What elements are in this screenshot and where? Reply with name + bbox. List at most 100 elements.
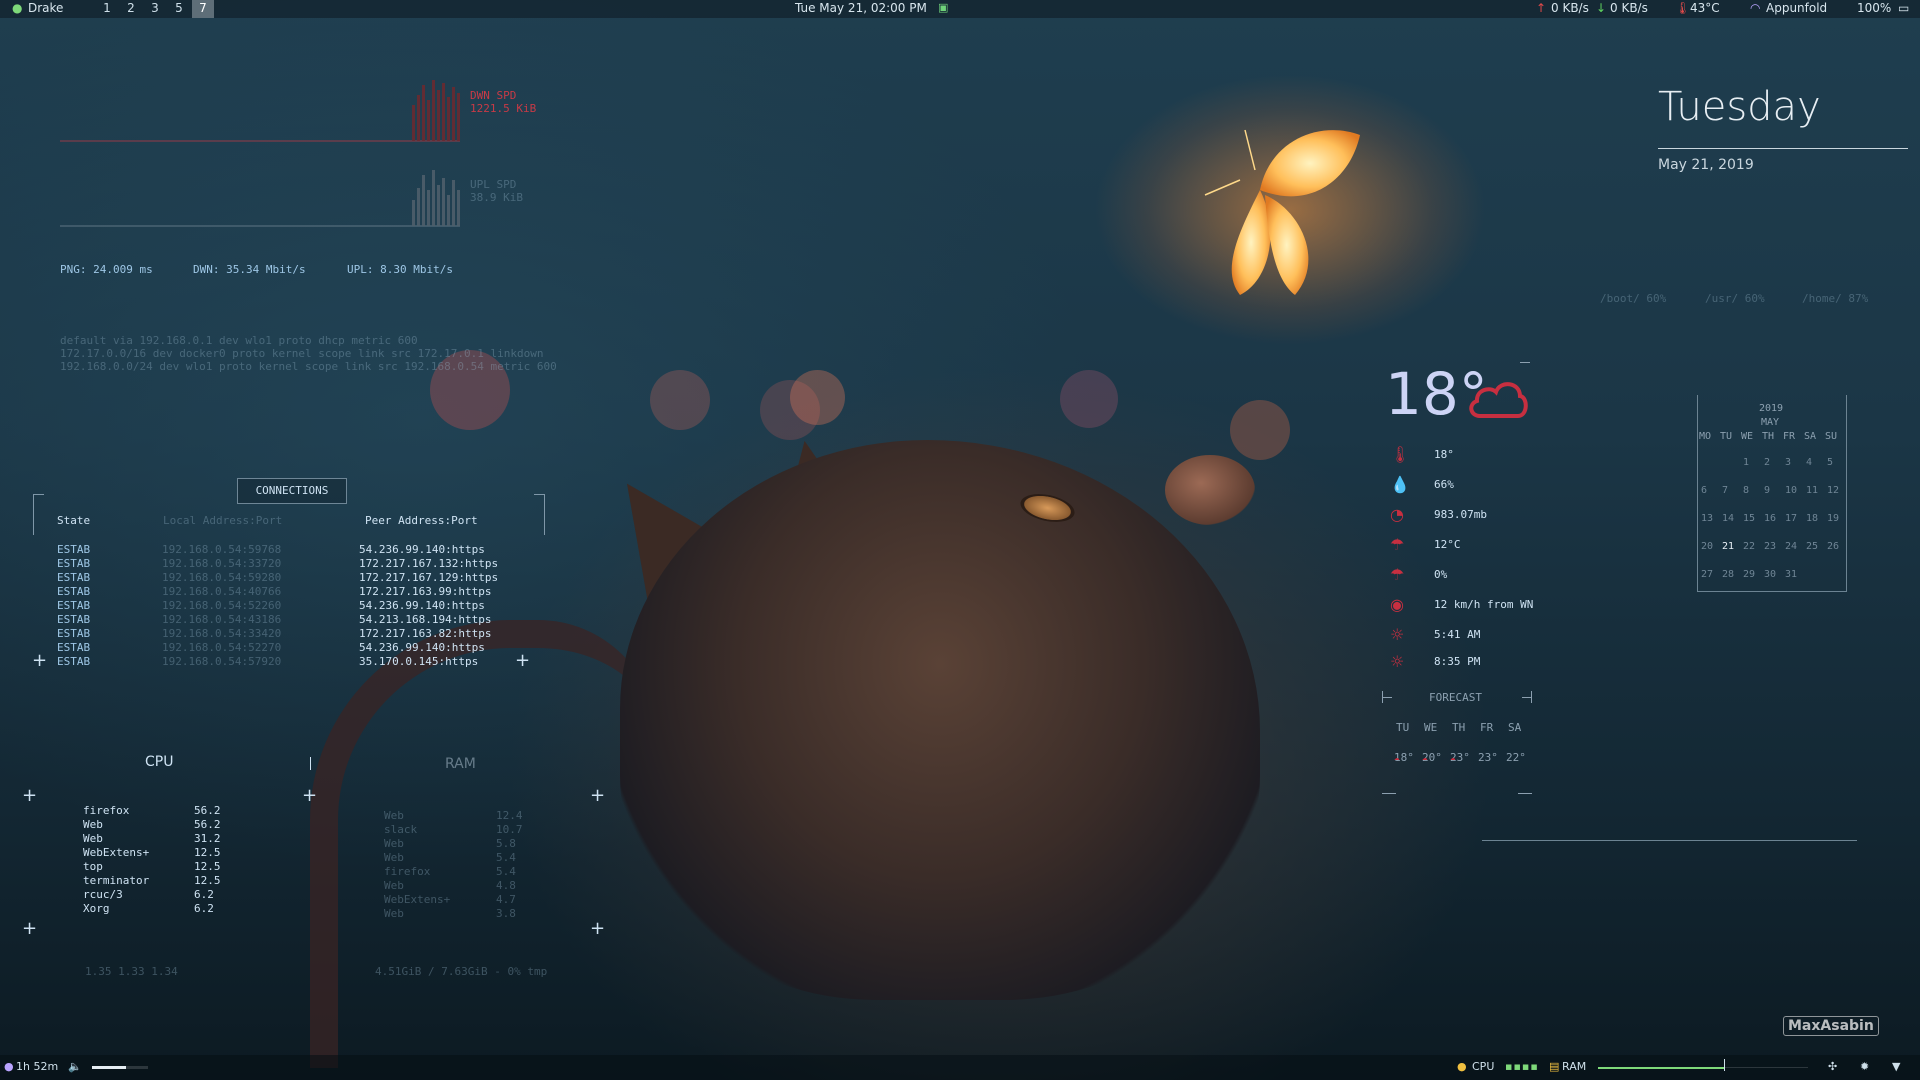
ping-readout: PNG: 24.009 ms xyxy=(60,263,153,276)
humidity-value: 66% xyxy=(1434,478,1454,491)
list-item: Web 12.4 xyxy=(384,809,523,822)
calendar-day: 22 xyxy=(1743,541,1756,552)
dropdown-tray-icon[interactable]: ▼ xyxy=(1892,1060,1900,1073)
day-of-week: Tuesday xyxy=(1658,84,1821,130)
calendar-day: 27 xyxy=(1701,569,1714,580)
calendar-year: 2019 xyxy=(1759,403,1784,414)
cpu-temperature: 43°C xyxy=(1690,1,1720,15)
calendar-month: MAY xyxy=(1761,417,1780,428)
calendar-day: 3 xyxy=(1785,457,1792,468)
user-icon: ● xyxy=(12,1,23,15)
calendar-widget: 2019 MAY MO TU WE TH FR SA SU 1 2 3 4 5 6 7 8 9 10 11 12 1… xyxy=(1697,395,1847,595)
cpu-panel-title: CPU xyxy=(145,754,174,770)
net-down-speed: 0 KB/s xyxy=(1610,1,1648,15)
column-header-local-address: Local Address:Port xyxy=(163,514,283,527)
forecast-panel: FORECAST TU WE TH FR SA 18° 20° 23° 23° … xyxy=(1382,685,1532,800)
ram-icon: ▤ xyxy=(1549,1060,1560,1073)
route-line: 172.17.0.0/16 dev docker0 proto kernel s… xyxy=(60,347,544,360)
uptime: 1h 52m xyxy=(16,1060,59,1073)
corner-plus-icon: + xyxy=(22,918,38,939)
list-item: top 12.5 xyxy=(83,860,221,873)
cpu-load-average: 1.35 1.33 1.34 xyxy=(85,965,178,978)
network-tray-icon[interactable]: ✣ xyxy=(1828,1060,1837,1073)
corner-plus-icon: + xyxy=(515,650,531,671)
disk-usage-usr: /usr/ 60% xyxy=(1705,292,1765,305)
list-item: rcuc/3 6.2 xyxy=(83,888,214,901)
calendar-day: 16 xyxy=(1764,513,1777,524)
calendar-weekday: TU xyxy=(1720,431,1733,442)
sunrise-time: 5:41 AM xyxy=(1434,628,1481,641)
upload-rate-readout: UPL: 8.30 Mbit/s xyxy=(347,263,453,276)
ram-usage-bar xyxy=(1598,1067,1808,1069)
list-item: firefox 5.4 xyxy=(384,865,516,878)
wifi-icon: ◠ xyxy=(1750,1,1761,15)
sunset-icon: ☼ xyxy=(1390,652,1405,671)
volume-icon[interactable]: 🔈 xyxy=(68,1060,82,1073)
workspace-1[interactable]: 1 xyxy=(96,0,118,18)
calendar-day: 25 xyxy=(1806,541,1819,552)
calendar-day: 14 xyxy=(1722,513,1735,524)
calendar-day: 26 xyxy=(1827,541,1840,552)
upload-speed-label: UPL SPD xyxy=(470,178,517,191)
volume-slider[interactable] xyxy=(92,1066,148,1069)
calendar-weekday: SA xyxy=(1804,431,1817,442)
full-date: May 21, 2019 xyxy=(1658,157,1754,173)
humidity-icon: 💧 xyxy=(1390,475,1410,494)
pressure-value: 983.07mb xyxy=(1434,508,1487,521)
calendar-weekday: WE xyxy=(1741,431,1754,442)
calendar-day: 23 xyxy=(1764,541,1777,552)
net-up-speed: 0 KB/s xyxy=(1551,1,1589,15)
column-header-state: State xyxy=(57,514,91,527)
bottom-bar: ● 1h 52m 🔈 ● CPU ▪▪▪▪ ▤ RAM ✣ ✹ ▼ xyxy=(0,1055,1920,1080)
list-item: WebExtens+ 12.5 xyxy=(83,846,221,859)
route-line: default via 192.168.0.1 dev wlo1 proto d… xyxy=(60,334,418,347)
clock[interactable]: Tue May 21, 02:00 PM xyxy=(795,1,927,15)
upload-speed-graph xyxy=(60,170,460,227)
feels-like-temperature: 18° xyxy=(1434,448,1454,461)
cpu-graph: ▪▪▪▪ xyxy=(1505,1060,1539,1073)
forecast-day: WE xyxy=(1424,721,1438,734)
download-speed-label: DWN SPD xyxy=(470,89,517,102)
calendar-day: 24 xyxy=(1785,541,1798,552)
date-divider xyxy=(1658,148,1908,149)
list-item: Web 4.8 xyxy=(384,879,516,892)
calendar-day: 10 xyxy=(1785,485,1798,496)
workspace-2[interactable]: 2 xyxy=(120,0,142,18)
calendar-day: 1 xyxy=(1743,457,1750,468)
workspace-7[interactable]: 7 xyxy=(192,0,214,18)
battery-level: 100% xyxy=(1857,1,1892,15)
upload-arrow-icon: ↑ xyxy=(1536,1,1547,15)
divider-line xyxy=(1482,840,1857,841)
calendar-day: 29 xyxy=(1743,569,1756,580)
ram-usage-summary: 4.51GiB / 7.63GiB - 0% tmp xyxy=(375,965,548,978)
wifi-network-name[interactable]: Appunfold xyxy=(1766,1,1827,15)
calendar-icon: ▣ xyxy=(938,1,949,14)
settings-tray-icon[interactable]: ✹ xyxy=(1860,1060,1869,1073)
corner-plus-icon: + xyxy=(302,785,318,806)
calendar-day: 7 xyxy=(1722,485,1729,496)
calendar-day: 4 xyxy=(1806,457,1813,468)
sunrise-icon: ☼ xyxy=(1390,625,1405,644)
uptime-icon: ● xyxy=(4,1060,14,1073)
column-header-peer-address: Peer Address:Port xyxy=(365,514,478,527)
forecast-day: FR xyxy=(1480,721,1494,734)
calendar-today: 21 xyxy=(1722,541,1735,552)
list-item: Xorg 6.2 xyxy=(83,902,214,915)
calendar-day: 8 xyxy=(1743,485,1750,496)
ram-label: RAM xyxy=(1562,1060,1587,1073)
workspace-5[interactable]: 5 xyxy=(168,0,190,18)
calendar-day: 13 xyxy=(1701,513,1714,524)
calendar-day: 31 xyxy=(1785,569,1798,580)
cpu-icon: ● xyxy=(1457,1060,1467,1073)
pressure-icon: ◔ xyxy=(1390,505,1404,524)
list-item: firefox 56.2 xyxy=(83,804,221,817)
route-line: 192.168.0.0/24 dev wlo1 proto kernel sco… xyxy=(60,360,557,373)
calendar-day: 28 xyxy=(1722,569,1735,580)
ram-panel-title: RAM xyxy=(445,756,476,772)
calendar-weekday: TH xyxy=(1762,431,1775,442)
list-item: Web 56.2 xyxy=(83,818,221,831)
workspace-3[interactable]: 3 xyxy=(144,0,166,18)
list-item: Web 31.2 xyxy=(83,832,221,845)
dew-point-value: 12°C xyxy=(1434,538,1461,551)
user-name: Drake xyxy=(28,1,64,15)
